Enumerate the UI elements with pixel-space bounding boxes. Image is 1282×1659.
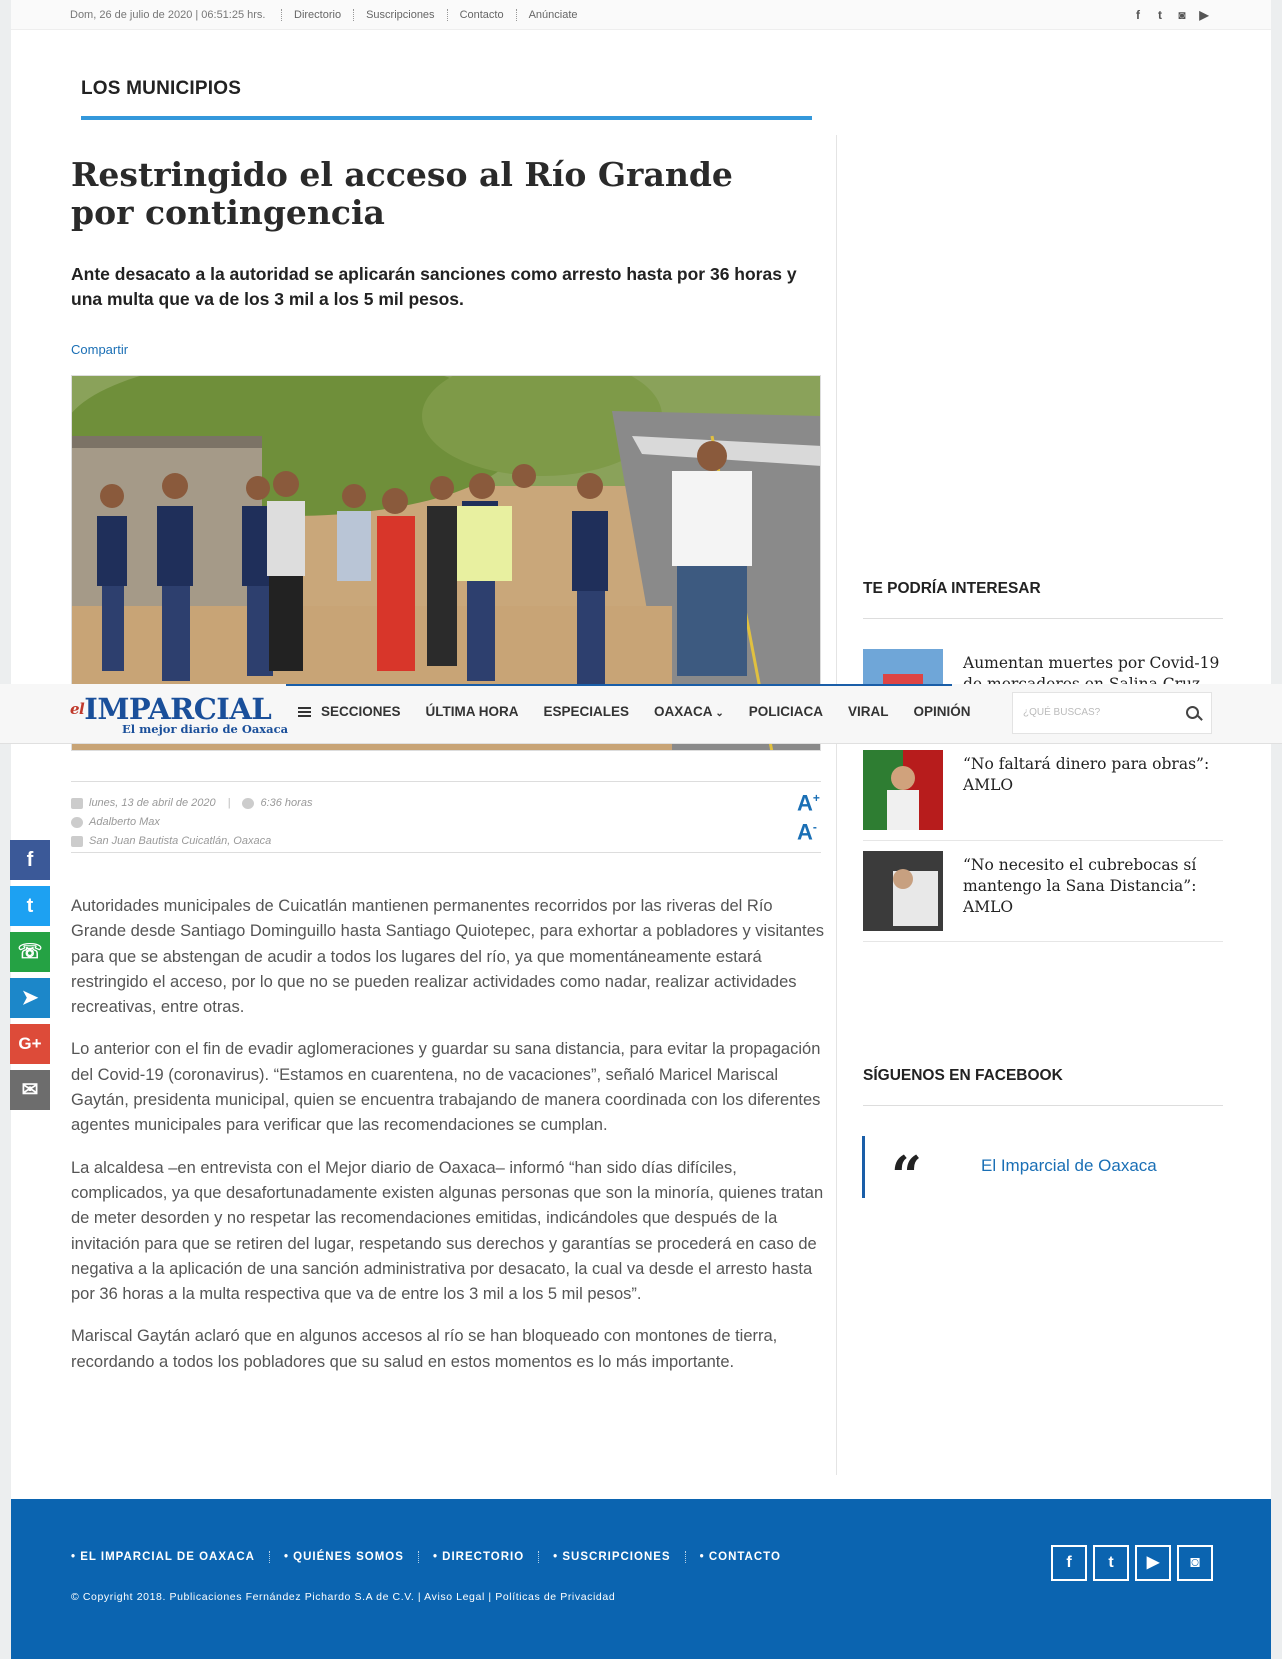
footer-link-contacto[interactable]: • CONTACTO [700, 1551, 795, 1563]
footer-link-quienes-somos[interactable]: • QUIÉNES SOMOS [284, 1551, 419, 1563]
twitter-icon[interactable]: t [1153, 8, 1167, 22]
interest-rule [863, 618, 1223, 619]
font-increase-button[interactable]: A+ [797, 786, 820, 815]
article-headline: Restringido el acceso al Río Grande por … [71, 155, 733, 232]
top-social: f t ◙ ▶ [1131, 8, 1211, 22]
footer-social: f t ▶ ◙ [1051, 1545, 1213, 1581]
article-author: Adalberto Max [89, 816, 160, 828]
youtube-icon[interactable]: ▶ [1135, 1545, 1171, 1581]
calendar-icon [71, 798, 83, 809]
top-links: Directorio Suscripciones Contacto Anúnci… [281, 9, 590, 21]
column-divider [836, 135, 837, 1475]
youtube-icon[interactable]: ▶ [1197, 8, 1211, 22]
article-date: lunes, 13 de abril de 2020 [89, 797, 216, 809]
whatsapp-share-icon[interactable]: ☏ [10, 932, 50, 972]
facebook-icon[interactable]: f [1051, 1545, 1087, 1581]
share-rail: f t ☏ ➤ G+ ✉ [10, 840, 50, 1116]
font-decrease-button[interactable]: A- [797, 815, 820, 844]
user-icon [71, 817, 83, 828]
article-paragraph: Mariscal Gaytán aclaró que en algunos ac… [71, 1327, 778, 1371]
top-bar: Dom, 26 de julio de 2020 | 06:51:25 hrs.… [11, 0, 1271, 30]
map-icon [71, 836, 83, 847]
facebook-title: SÍGUENOS EN FACEBOOK [863, 1067, 1063, 1084]
nav-item-oaxaca[interactable]: OAXACA ⌄ [654, 704, 724, 719]
page: Dom, 26 de julio de 2020 | 06:51:25 hrs.… [11, 0, 1271, 1659]
top-link-contacto[interactable]: Contacto [446, 9, 516, 21]
article-location: San Juan Bautista Cuicatlán, Oaxaca [89, 835, 272, 847]
menu-icon [298, 706, 311, 717]
twitter-icon[interactable]: t [1093, 1545, 1129, 1581]
search-box[interactable]: ¿QUÉ BUSCAS? [1012, 692, 1212, 734]
article-meta: lunes, 13 de abril de 2020 | 6:36 horas … [71, 794, 312, 851]
story-divider [863, 941, 1223, 942]
nav-item-ultima-hora[interactable]: ÚLTIMA HORA [426, 704, 519, 719]
telegram-share-icon[interactable]: ➤ [10, 978, 50, 1018]
footer: • EL IMPARCIAL DE OAXACA • QUIÉNES SOMOS… [11, 1499, 1271, 1659]
search-icon[interactable] [1186, 706, 1199, 719]
current-date: Dom, 26 de julio de 2020 | 06:51:25 hrs. [70, 9, 266, 21]
facebook-rule [863, 1105, 1223, 1106]
facebook-page-link[interactable]: El Imparcial de Oaxaca [981, 1156, 1157, 1176]
story-thumbnail[interactable] [863, 851, 943, 931]
sections-menu-button[interactable]: SECCIONES [298, 704, 401, 719]
story-item[interactable]: “No necesito el cubrebocas sí mantengo l… [863, 851, 1223, 943]
nav-item-viral[interactable]: VIRAL [848, 704, 889, 719]
article-paragraph: Autoridades municipales de Cuicatlán man… [71, 897, 825, 1017]
share-link[interactable]: Compartir [71, 342, 128, 357]
facebook-share-icon[interactable]: f [10, 840, 50, 880]
chevron-down-icon: ⌄ [712, 708, 724, 719]
facebook-icon[interactable]: f [1131, 8, 1145, 22]
nav-item-especiales[interactable]: ESPECIALES [544, 704, 630, 719]
section-rule [81, 116, 812, 120]
story-item[interactable]: “No faltará dinero para obras”: AMLO [863, 750, 1223, 842]
font-size-controls: A+ A- [797, 786, 820, 845]
top-link-anunciate[interactable]: Anúnciate [515, 9, 590, 21]
story-thumbnail[interactable] [863, 750, 943, 830]
top-link-directorio[interactable]: Directorio [281, 9, 353, 21]
copyright: © Copyright 2018. Publicaciones Fernánde… [71, 1591, 616, 1603]
story-divider [863, 840, 1223, 841]
article-paragraph: La alcaldesa –en entrevista con el Mejor… [71, 1158, 824, 1304]
footer-link-suscripciones[interactable]: • SUSCRIPCIONES [553, 1551, 686, 1563]
nav-item-opinion[interactable]: OPINIÓN [913, 704, 970, 719]
nav-item-policiaca[interactable]: POLICIACA [749, 704, 823, 719]
google-plus-share-icon[interactable]: G+ [10, 1024, 50, 1064]
article-time: 6:36 horas [260, 797, 313, 809]
top-link-suscripciones[interactable]: Suscripciones [353, 9, 446, 21]
mail-share-icon[interactable]: ✉ [10, 1070, 50, 1110]
section-title[interactable]: LOS MUNICIPIOS [81, 78, 241, 100]
meta-divider-top [71, 781, 821, 782]
footer-link-imparcial[interactable]: • EL IMPARCIAL DE OAXACA [71, 1551, 270, 1563]
instagram-icon[interactable]: ◙ [1175, 8, 1189, 22]
article-paragraph: Lo anterior con el fin de evadir aglomer… [71, 1040, 821, 1135]
search-input[interactable]: ¿QUÉ BUSCAS? [1023, 707, 1100, 718]
twitter-share-icon[interactable]: t [10, 886, 50, 926]
footer-links: • EL IMPARCIAL DE OAXACA • QUIÉNES SOMOS… [71, 1551, 809, 1563]
article-body: Autoridades municipales de Cuicatlán man… [71, 894, 831, 1392]
main-nav: SECCIONES ÚLTIMA HORA ESPECIALES OAXACA … [298, 704, 996, 719]
clock-icon [242, 798, 255, 809]
footer-link-directorio[interactable]: • DIRECTORIO [433, 1551, 540, 1563]
facebook-quote-bar [862, 1136, 865, 1198]
instagram-icon[interactable]: ◙ [1177, 1545, 1213, 1581]
sticky-navbar: elIMPARCIAL El mejor diario de Oaxaca SE… [0, 684, 1282, 744]
nav-accent-bar [286, 684, 952, 686]
interest-title: TE PODRÍA INTERESAR [863, 580, 1041, 597]
article-deck: Ante desacato a la autoridad se aplicará… [71, 264, 797, 309]
story-title[interactable]: “No necesito el cubrebocas sí mantengo l… [963, 855, 1223, 918]
site-logo[interactable]: elIMPARCIAL El mejor diario de Oaxaca [70, 694, 288, 736]
meta-divider-bottom [71, 852, 821, 853]
story-title[interactable]: “No faltará dinero para obras”: AMLO [963, 754, 1223, 796]
quote-icon: “ [891, 1144, 923, 1208]
